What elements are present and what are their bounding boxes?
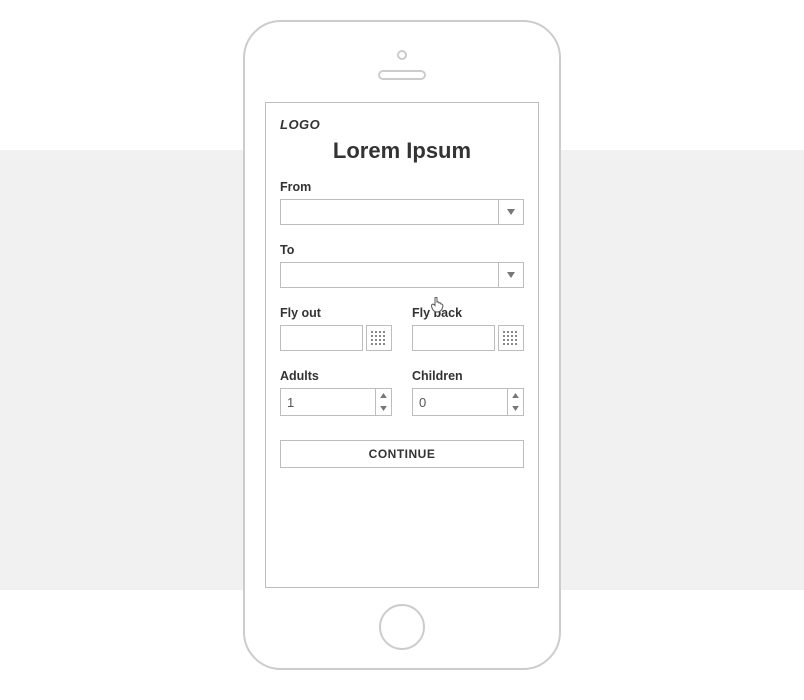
adults-step-up[interactable] bbox=[376, 389, 391, 402]
from-dropdown-button[interactable] bbox=[498, 199, 524, 225]
fly-out-input[interactable] bbox=[280, 325, 363, 351]
chevron-down-icon bbox=[380, 406, 387, 411]
app-logo: LOGO bbox=[280, 117, 524, 132]
calendar-icon bbox=[371, 331, 387, 345]
from-combobox[interactable] bbox=[280, 199, 524, 225]
fly-out-calendar-button[interactable] bbox=[366, 325, 392, 351]
fly-back-label: Fly back bbox=[412, 306, 524, 320]
chevron-down-icon bbox=[507, 209, 515, 215]
chevron-down-icon bbox=[512, 406, 519, 411]
phone-home-button[interactable] bbox=[379, 604, 425, 650]
adults-step-down[interactable] bbox=[376, 402, 391, 415]
from-input[interactable] bbox=[280, 199, 498, 225]
to-label: To bbox=[280, 243, 524, 257]
fly-out-datepicker[interactable] bbox=[280, 325, 392, 351]
children-step-up[interactable] bbox=[508, 389, 523, 402]
adults-stepper[interactable]: 1 bbox=[280, 388, 392, 416]
chevron-down-icon bbox=[507, 272, 515, 278]
to-combobox[interactable] bbox=[280, 262, 524, 288]
to-dropdown-button[interactable] bbox=[498, 262, 524, 288]
to-input[interactable] bbox=[280, 262, 498, 288]
adults-value: 1 bbox=[281, 389, 375, 415]
children-stepper[interactable]: 0 bbox=[412, 388, 524, 416]
fly-back-input[interactable] bbox=[412, 325, 495, 351]
adults-label: Adults bbox=[280, 369, 392, 383]
children-step-down[interactable] bbox=[508, 402, 523, 415]
fly-out-label: Fly out bbox=[280, 306, 392, 320]
phone-speaker-icon bbox=[378, 70, 426, 80]
continue-button[interactable]: CONTINUE bbox=[280, 440, 524, 468]
phone-frame: LOGO Lorem Ipsum From To Fly out bbox=[243, 20, 561, 670]
chevron-up-icon bbox=[512, 393, 519, 398]
fly-back-datepicker[interactable] bbox=[412, 325, 524, 351]
from-label: From bbox=[280, 180, 524, 194]
chevron-up-icon bbox=[380, 393, 387, 398]
phone-camera-icon bbox=[397, 50, 407, 60]
app-screen: LOGO Lorem Ipsum From To Fly out bbox=[265, 102, 539, 588]
page-title: Lorem Ipsum bbox=[280, 138, 524, 164]
children-label: Children bbox=[412, 369, 524, 383]
calendar-icon bbox=[503, 331, 519, 345]
children-value: 0 bbox=[413, 389, 507, 415]
fly-back-calendar-button[interactable] bbox=[498, 325, 524, 351]
